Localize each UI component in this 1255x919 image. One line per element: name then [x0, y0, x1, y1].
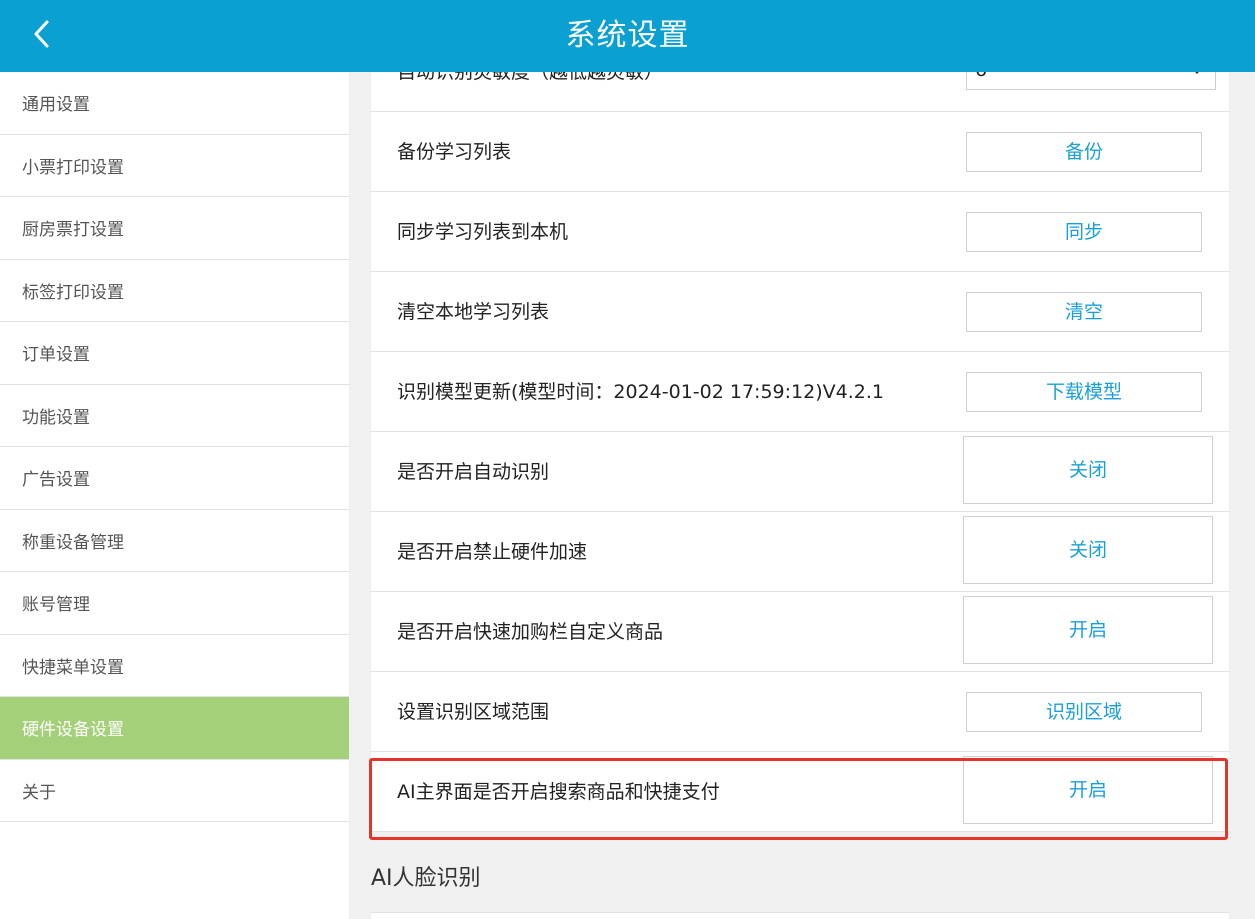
- setting-row-hw-accel: 是否开启禁止硬件加速 关闭: [371, 512, 1229, 592]
- setting-label: 设置识别区域范围: [397, 701, 550, 723]
- region-button[interactable]: 识别区域: [966, 692, 1202, 732]
- select-value: 6: [975, 72, 987, 89]
- settings-list: 自动识别灵敏度（越低越灵敏） 6 备份学习列表 备份 同步学习列表到本机 同步 …: [371, 72, 1229, 832]
- sensitivity-select[interactable]: 6: [966, 72, 1216, 90]
- setting-row-sensitivity: 自动识别灵敏度（越低越灵敏） 6: [371, 72, 1229, 112]
- sidebar-item-shortcut-menu[interactable]: 快捷菜单设置: [0, 635, 349, 697]
- setting-row-model: 识别模型更新(模型时间：2024-01-02 17:59:12)V4.2.1 下…: [371, 352, 1229, 432]
- section-title: AI人脸识别: [371, 866, 481, 891]
- setting-label: AI主界面是否开启搜索商品和快捷支付: [397, 781, 720, 803]
- sidebar: 通用设置 小票打印设置 厨房票打设置 标签打印设置 订单设置 功能设置 广告设置…: [0, 72, 349, 919]
- sidebar-item-function[interactable]: 功能设置: [0, 385, 349, 447]
- sidebar-item-account[interactable]: 账号管理: [0, 572, 349, 635]
- hw-accel-toggle[interactable]: 关闭: [963, 516, 1213, 584]
- setting-label: 是否开启快速加购栏自定义商品: [397, 621, 664, 643]
- sidebar-item-about[interactable]: 关于: [0, 760, 349, 822]
- clear-button[interactable]: 清空: [966, 292, 1202, 332]
- quick-cart-toggle[interactable]: 开启: [963, 596, 1213, 664]
- ai-search-toggle[interactable]: 开启: [963, 756, 1213, 824]
- sidebar-item-kitchen-print[interactable]: 厨房票打设置: [0, 197, 349, 260]
- setting-label: 同步学习列表到本机: [397, 221, 569, 243]
- settings-content: 自动识别灵敏度（越低越灵敏） 6 备份学习列表 备份 同步学习列表到本机 同步 …: [349, 72, 1255, 919]
- sidebar-item-label-print[interactable]: 标签打印设置: [0, 260, 349, 322]
- sidebar-item-ads[interactable]: 广告设置: [0, 447, 349, 510]
- sidebar-item-general[interactable]: 通用设置: [0, 72, 349, 135]
- sidebar-item-order[interactable]: 订单设置: [0, 322, 349, 385]
- sidebar-item-receipt-print[interactable]: 小票打印设置: [0, 135, 349, 197]
- setting-label: 是否开启禁止硬件加速: [397, 541, 588, 563]
- setting-row-backup: 备份学习列表 备份: [371, 112, 1229, 192]
- setting-label: 备份学习列表: [397, 141, 512, 163]
- sidebar-item-hardware[interactable]: 硬件设备设置: [0, 697, 349, 760]
- setting-label: 清空本地学习列表: [397, 301, 550, 323]
- setting-row-clear: 清空本地学习列表 清空: [371, 272, 1229, 352]
- app-header: 系统设置: [0, 0, 1255, 72]
- page-title: 系统设置: [565, 18, 690, 53]
- sidebar-item-scale[interactable]: 称重设备管理: [0, 510, 349, 572]
- auto-recognize-toggle[interactable]: 关闭: [963, 436, 1213, 504]
- setting-label: 是否开启自动识别: [397, 461, 550, 483]
- setting-row-region: 设置识别区域范围 识别区域: [371, 672, 1229, 752]
- dropdown-arrow-icon: [1195, 72, 1199, 74]
- download-model-button[interactable]: 下载模型: [966, 372, 1202, 412]
- setting-label: 识别模型更新(模型时间：2024-01-02 17:59:12)V4.2.1: [397, 381, 884, 403]
- setting-row-auto-recognize: 是否开启自动识别 关闭: [371, 432, 1229, 512]
- next-settings-card: [371, 912, 1229, 919]
- setting-row-ai-search: AI主界面是否开启搜索商品和快捷支付 开启: [371, 752, 1229, 832]
- setting-label: 自动识别灵敏度（越低越灵敏）: [397, 72, 664, 83]
- setting-row-quick-cart: 是否开启快速加购栏自定义商品 开启: [371, 592, 1229, 672]
- sync-button[interactable]: 同步: [966, 212, 1202, 252]
- backup-button[interactable]: 备份: [966, 132, 1202, 172]
- setting-row-sync: 同步学习列表到本机 同步: [371, 192, 1229, 272]
